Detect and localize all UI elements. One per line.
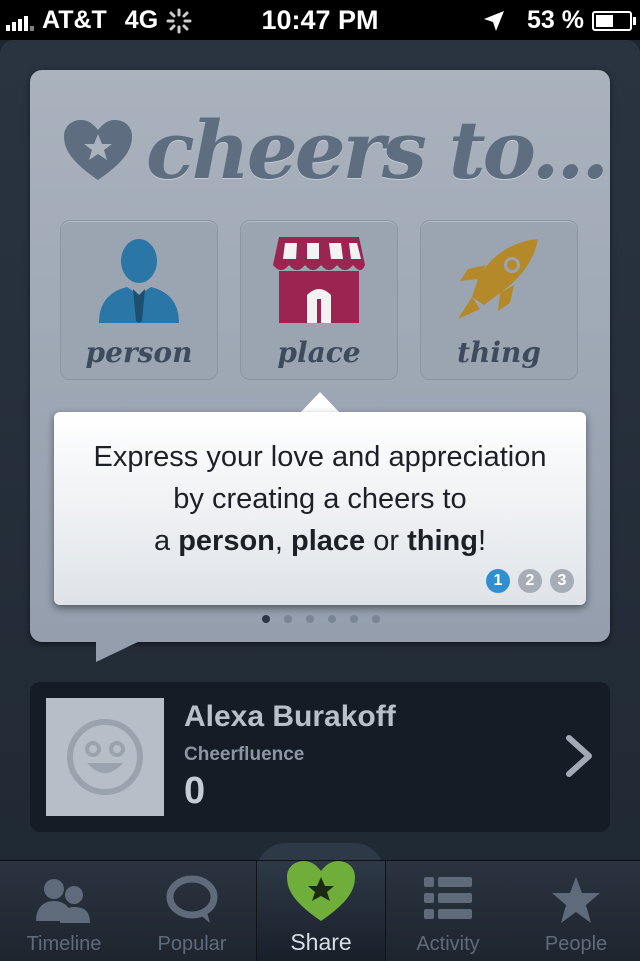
- tooltip-arrow: [300, 392, 340, 413]
- cheerfluence-value: 0: [184, 770, 206, 812]
- category-tile-person[interactable]: person: [60, 220, 218, 380]
- tab-label: Share: [290, 929, 352, 955]
- cheerfluence-label: Cheerfluence: [184, 744, 305, 765]
- tooltip-thing: thing: [407, 525, 478, 557]
- cheers-to-logo: cheers to...: [62, 100, 609, 200]
- category-tiles: person place thing: [60, 220, 578, 380]
- profile-card[interactable]: Alexa Burakoff Cheerfluence 0: [30, 682, 610, 832]
- tab-bar: Timeline Popular Share Activity People: [0, 860, 640, 961]
- status-bar: AT&T 4G 10:47 PM 53 %: [0, 0, 640, 40]
- smiley-avatar-icon: [67, 719, 143, 795]
- heart-star-icon: [287, 861, 355, 921]
- category-label-thing: thing: [457, 336, 541, 369]
- onboarding-tooltip[interactable]: Express your love and appreciation by cr…: [54, 412, 586, 605]
- rocket-icon: [458, 239, 538, 319]
- page-dot[interactable]: [306, 615, 314, 623]
- tooltip-place: place: [291, 525, 366, 557]
- storefront-icon: [273, 237, 365, 323]
- card-tail: [96, 640, 142, 662]
- people-icon: [36, 879, 90, 923]
- step-indicator-1[interactable]: 1: [486, 569, 510, 593]
- status-right: 53 %: [483, 6, 636, 35]
- tooltip-steps: 1 2 3: [486, 569, 574, 593]
- tab-label: Activity: [416, 933, 480, 955]
- page-dot[interactable]: [350, 615, 358, 623]
- battery-icon: [592, 10, 636, 31]
- person-icon: [99, 239, 179, 323]
- tab-timeline[interactable]: Timeline: [0, 861, 128, 961]
- category-tile-thing[interactable]: thing: [420, 220, 578, 380]
- step-indicator-3[interactable]: 3: [550, 569, 574, 593]
- location-arrow-icon: [484, 10, 505, 31]
- chevron-right-icon[interactable]: [564, 734, 594, 778]
- tooltip-line-3: a person, place or thing!: [154, 525, 486, 557]
- page-dots[interactable]: [262, 615, 380, 623]
- tab-label: People: [544, 933, 608, 955]
- tooltip-text: Express your love and appreciation by cr…: [74, 436, 566, 562]
- tab-activity[interactable]: Activity: [384, 861, 512, 961]
- battery-percent: 53 %: [527, 6, 584, 34]
- tooltip-line-1: Express your love and appreciation: [93, 441, 547, 473]
- avatar[interactable]: [46, 698, 164, 816]
- tooltip-line-2: by creating a cheers to: [173, 483, 467, 515]
- page-dot[interactable]: [328, 615, 336, 623]
- speech-bubble-icon: [166, 875, 218, 923]
- category-tile-place[interactable]: place: [240, 220, 398, 380]
- category-label-person: person: [85, 336, 193, 369]
- tab-label: Timeline: [26, 933, 102, 955]
- tab-popular[interactable]: Popular: [128, 861, 256, 961]
- page-dot[interactable]: [372, 615, 380, 623]
- tab-people[interactable]: People: [512, 861, 640, 961]
- headline-text: cheers to...: [146, 103, 609, 197]
- profile-name: Alexa Burakoff: [184, 700, 396, 733]
- tab-share[interactable]: Share: [256, 861, 386, 961]
- step-indicator-2[interactable]: 2: [518, 569, 542, 593]
- page-dot[interactable]: [262, 615, 270, 623]
- heart-star-icon: [64, 120, 132, 180]
- page-dot[interactable]: [284, 615, 292, 623]
- tab-label: Popular: [157, 933, 227, 955]
- tooltip-person: person: [178, 525, 275, 557]
- star-icon: [552, 877, 600, 923]
- category-label-place: place: [277, 336, 361, 369]
- list-icon: [424, 877, 472, 919]
